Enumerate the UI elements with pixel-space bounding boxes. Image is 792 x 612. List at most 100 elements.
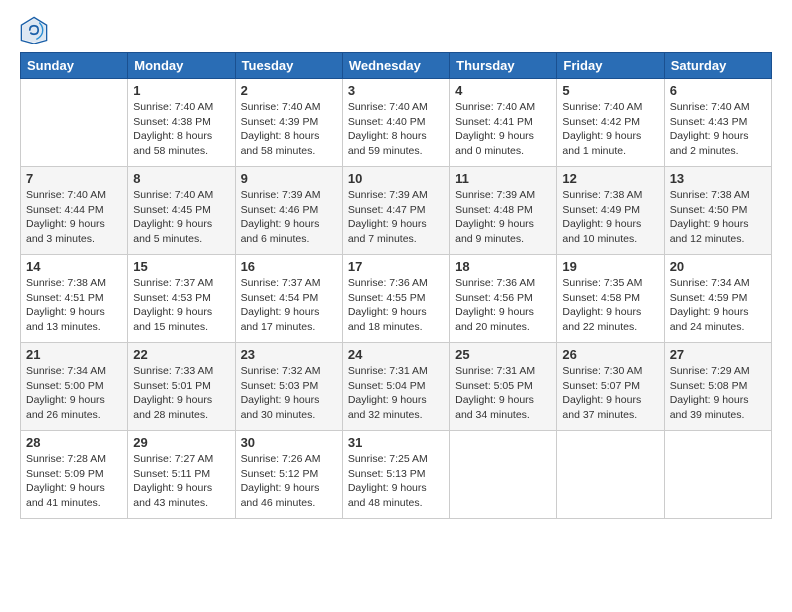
day-number: 29 xyxy=(133,435,229,450)
day-number: 19 xyxy=(562,259,658,274)
calendar-cell: 27 Sunrise: 7:29 AMSunset: 5:08 PMDayligh… xyxy=(664,343,771,431)
day-info: Sunrise: 7:40 AMSunset: 4:42 PMDaylight:… xyxy=(562,100,658,159)
calendar-week-1: 1 Sunrise: 7:40 AMSunset: 4:38 PMDaylight… xyxy=(21,79,772,167)
day-info: Sunrise: 7:27 AMSunset: 5:11 PMDaylight:… xyxy=(133,452,229,511)
calendar-cell: 19 Sunrise: 7:35 AMSunset: 4:58 PMDayligh… xyxy=(557,255,664,343)
day-number: 6 xyxy=(670,83,766,98)
calendar-cell: 3 Sunrise: 7:40 AMSunset: 4:40 PMDaylight… xyxy=(342,79,449,167)
day-info: Sunrise: 7:34 AMSunset: 4:59 PMDaylight:… xyxy=(670,276,766,335)
column-header-thursday: Thursday xyxy=(450,53,557,79)
day-info: Sunrise: 7:39 AMSunset: 4:46 PMDaylight:… xyxy=(241,188,337,247)
calendar-cell xyxy=(450,431,557,519)
day-info: Sunrise: 7:35 AMSunset: 4:58 PMDaylight:… xyxy=(562,276,658,335)
day-number: 17 xyxy=(348,259,444,274)
day-number: 24 xyxy=(348,347,444,362)
calendar-cell: 7 Sunrise: 7:40 AMSunset: 4:44 PMDaylight… xyxy=(21,167,128,255)
calendar-cell: 31 Sunrise: 7:25 AMSunset: 5:13 PMDayligh… xyxy=(342,431,449,519)
day-info: Sunrise: 7:28 AMSunset: 5:09 PMDaylight:… xyxy=(26,452,122,511)
calendar-cell: 8Sunrise: 7:40 AMSunset: 4:45 PMDaylight… xyxy=(128,167,235,255)
day-number: 20 xyxy=(670,259,766,274)
day-info: Sunrise: 7:40 AMSunset: 4:45 PMDaylight:… xyxy=(133,188,229,247)
calendar-cell: 13 Sunrise: 7:38 AMSunset: 4:50 PMDayligh… xyxy=(664,167,771,255)
day-number: 5 xyxy=(562,83,658,98)
day-info: Sunrise: 7:40 AMSunset: 4:44 PMDaylight:… xyxy=(26,188,122,247)
day-number: 16 xyxy=(241,259,337,274)
day-info: Sunrise: 7:37 AMSunset: 4:54 PMDaylight:… xyxy=(241,276,337,335)
day-info: Sunrise: 7:40 AMSunset: 4:41 PMDaylight:… xyxy=(455,100,551,159)
day-info: Sunrise: 7:40 AMSunset: 4:38 PMDaylight:… xyxy=(133,100,229,159)
column-header-wednesday: Wednesday xyxy=(342,53,449,79)
day-number: 11 xyxy=(455,171,551,186)
calendar-cell: 21Sunrise: 7:34 AMSunset: 5:00 PMDayligh… xyxy=(21,343,128,431)
day-number: 4 xyxy=(455,83,551,98)
calendar-week-2: 7 Sunrise: 7:40 AMSunset: 4:44 PMDaylight… xyxy=(21,167,772,255)
calendar-week-4: 21Sunrise: 7:34 AMSunset: 5:00 PMDayligh… xyxy=(21,343,772,431)
calendar-cell: 6 Sunrise: 7:40 AMSunset: 4:43 PMDaylight… xyxy=(664,79,771,167)
column-header-tuesday: Tuesday xyxy=(235,53,342,79)
day-number: 3 xyxy=(348,83,444,98)
calendar-cell: 4 Sunrise: 7:40 AMSunset: 4:41 PMDaylight… xyxy=(450,79,557,167)
calendar-cell: 26Sunrise: 7:30 AMSunset: 5:07 PMDayligh… xyxy=(557,343,664,431)
calendar-cell xyxy=(21,79,128,167)
day-info: Sunrise: 7:29 AMSunset: 5:08 PMDaylight:… xyxy=(670,364,766,423)
day-info: Sunrise: 7:39 AMSunset: 4:47 PMDaylight:… xyxy=(348,188,444,247)
day-number: 9 xyxy=(241,171,337,186)
calendar-cell: 22Sunrise: 7:33 AMSunset: 5:01 PMDayligh… xyxy=(128,343,235,431)
day-number: 27 xyxy=(670,347,766,362)
calendar-cell: 17 Sunrise: 7:36 AMSunset: 4:55 PMDayligh… xyxy=(342,255,449,343)
calendar-cell: 2 Sunrise: 7:40 AMSunset: 4:39 PMDaylight… xyxy=(235,79,342,167)
calendar-week-3: 14 Sunrise: 7:38 AMSunset: 4:51 PMDayligh… xyxy=(21,255,772,343)
column-header-friday: Friday xyxy=(557,53,664,79)
day-info: Sunrise: 7:38 AMSunset: 4:51 PMDaylight:… xyxy=(26,276,122,335)
day-number: 18 xyxy=(455,259,551,274)
calendar-cell: 10Sunrise: 7:39 AMSunset: 4:47 PMDayligh… xyxy=(342,167,449,255)
day-info: Sunrise: 7:40 AMSunset: 4:39 PMDaylight:… xyxy=(241,100,337,159)
day-number: 22 xyxy=(133,347,229,362)
day-number: 14 xyxy=(26,259,122,274)
calendar-cell: 18Sunrise: 7:36 AMSunset: 4:56 PMDayligh… xyxy=(450,255,557,343)
calendar-cell: 29 Sunrise: 7:27 AMSunset: 5:11 PMDayligh… xyxy=(128,431,235,519)
column-header-saturday: Saturday xyxy=(664,53,771,79)
calendar-cell: 5 Sunrise: 7:40 AMSunset: 4:42 PMDaylight… xyxy=(557,79,664,167)
calendar-header-row: SundayMondayTuesdayWednesdayThursdayFrid… xyxy=(21,53,772,79)
calendar-cell: 12 Sunrise: 7:38 AMSunset: 4:49 PMDayligh… xyxy=(557,167,664,255)
day-number: 1 xyxy=(133,83,229,98)
day-info: Sunrise: 7:25 AMSunset: 5:13 PMDaylight:… xyxy=(348,452,444,511)
day-info: Sunrise: 7:37 AMSunset: 4:53 PMDaylight:… xyxy=(133,276,229,335)
day-number: 28 xyxy=(26,435,122,450)
calendar-cell xyxy=(664,431,771,519)
column-header-monday: Monday xyxy=(128,53,235,79)
day-info: Sunrise: 7:38 AMSunset: 4:50 PMDaylight:… xyxy=(670,188,766,247)
calendar-cell: 14 Sunrise: 7:38 AMSunset: 4:51 PMDayligh… xyxy=(21,255,128,343)
day-number: 21 xyxy=(26,347,122,362)
day-number: 2 xyxy=(241,83,337,98)
day-info: Sunrise: 7:36 AMSunset: 4:55 PMDaylight:… xyxy=(348,276,444,335)
logo-icon xyxy=(20,16,48,44)
day-number: 13 xyxy=(670,171,766,186)
calendar-week-5: 28 Sunrise: 7:28 AMSunset: 5:09 PMDayligh… xyxy=(21,431,772,519)
calendar-table: SundayMondayTuesdayWednesdayThursdayFrid… xyxy=(20,52,772,519)
day-number: 31 xyxy=(348,435,444,450)
day-number: 23 xyxy=(241,347,337,362)
day-number: 12 xyxy=(562,171,658,186)
header xyxy=(20,16,772,44)
day-info: Sunrise: 7:40 AMSunset: 4:43 PMDaylight:… xyxy=(670,100,766,159)
day-info: Sunrise: 7:31 AMSunset: 5:05 PMDaylight:… xyxy=(455,364,551,423)
calendar-cell: 24Sunrise: 7:31 AMSunset: 5:04 PMDayligh… xyxy=(342,343,449,431)
calendar-cell: 15Sunrise: 7:37 AMSunset: 4:53 PMDayligh… xyxy=(128,255,235,343)
day-number: 25 xyxy=(455,347,551,362)
column-header-sunday: Sunday xyxy=(21,53,128,79)
calendar-cell: 9 Sunrise: 7:39 AMSunset: 4:46 PMDaylight… xyxy=(235,167,342,255)
day-info: Sunrise: 7:38 AMSunset: 4:49 PMDaylight:… xyxy=(562,188,658,247)
day-info: Sunrise: 7:30 AMSunset: 5:07 PMDaylight:… xyxy=(562,364,658,423)
calendar-cell: 1 Sunrise: 7:40 AMSunset: 4:38 PMDaylight… xyxy=(128,79,235,167)
calendar-cell: 25 Sunrise: 7:31 AMSunset: 5:05 PMDayligh… xyxy=(450,343,557,431)
calendar-cell: 11 Sunrise: 7:39 AMSunset: 4:48 PMDayligh… xyxy=(450,167,557,255)
calendar-cell: 20 Sunrise: 7:34 AMSunset: 4:59 PMDayligh… xyxy=(664,255,771,343)
day-info: Sunrise: 7:32 AMSunset: 5:03 PMDaylight:… xyxy=(241,364,337,423)
day-info: Sunrise: 7:40 AMSunset: 4:40 PMDaylight:… xyxy=(348,100,444,159)
page-container: SundayMondayTuesdayWednesdayThursdayFrid… xyxy=(0,0,792,529)
day-number: 7 xyxy=(26,171,122,186)
calendar-cell: 30Sunrise: 7:26 AMSunset: 5:12 PMDayligh… xyxy=(235,431,342,519)
day-info: Sunrise: 7:39 AMSunset: 4:48 PMDaylight:… xyxy=(455,188,551,247)
